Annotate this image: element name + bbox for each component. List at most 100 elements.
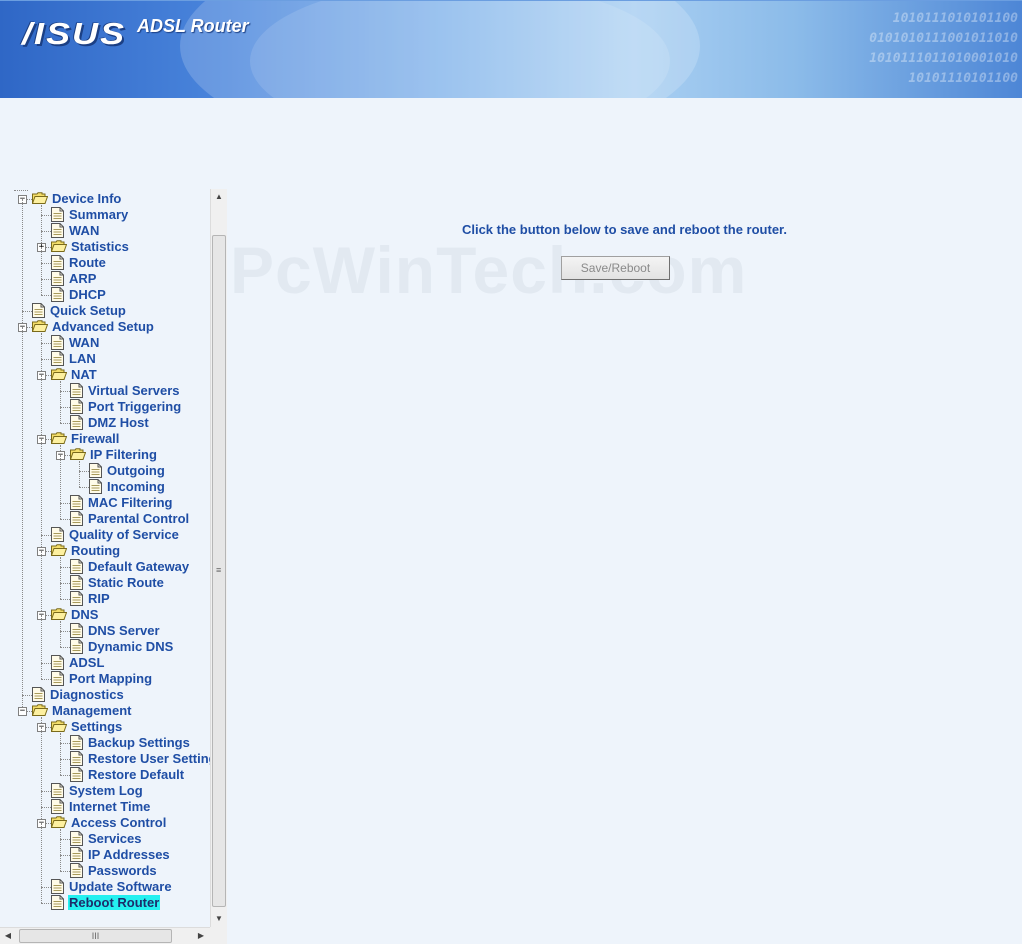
tree-connector xyxy=(60,567,61,583)
nav-item-management[interactable]: Management xyxy=(31,703,132,719)
tree-connector xyxy=(79,487,89,488)
tree-connector xyxy=(41,663,42,679)
nav-item-dhcp[interactable]: DHCP xyxy=(51,287,107,303)
nav-item-static-route[interactable]: Static Route xyxy=(70,575,165,591)
nav-item-statistics[interactable]: Statistics xyxy=(50,239,130,255)
nav-item-ip-filtering[interactable]: IP Filtering xyxy=(69,447,158,463)
page-icon xyxy=(70,511,83,526)
page-icon xyxy=(70,831,83,846)
nav-item-incoming[interactable]: Incoming xyxy=(89,479,166,495)
binary-decoration: 1010111010101100 0101010111001011010 101… xyxy=(869,11,1018,86)
save-reboot-button[interactable]: Save/Reboot xyxy=(561,256,670,280)
tree-connector xyxy=(60,759,70,760)
tree-connector xyxy=(60,423,70,424)
nav-item-virtual-servers[interactable]: Virtual Servers xyxy=(70,383,181,399)
nav-item-advanced-setup[interactable]: Advanced Setup xyxy=(31,319,155,335)
nav-item-mac-filtering[interactable]: MAC Filtering xyxy=(70,495,174,511)
nav-item-access-control[interactable]: Access Control xyxy=(50,815,167,831)
nav-item-label: Update Software xyxy=(69,879,172,894)
nav-item-label: IP Addresses xyxy=(88,847,170,862)
nav-item-wan[interactable]: WAN xyxy=(51,335,100,351)
nav-item-quality-of-service[interactable]: Quality of Service xyxy=(51,527,180,543)
tree-connector xyxy=(41,263,42,279)
page-icon xyxy=(89,479,102,494)
folder-icon xyxy=(50,432,68,444)
collapse-icon[interactable]: − xyxy=(18,707,27,716)
nav-item-outgoing[interactable]: Outgoing xyxy=(89,463,166,479)
nav-item-adsl[interactable]: ADSL xyxy=(51,655,105,671)
nav-item-diagnostics[interactable]: Diagnostics xyxy=(32,687,125,703)
scroll-left-arrow-icon[interactable]: ◀ xyxy=(0,928,16,944)
nav-item-label: Backup Settings xyxy=(88,735,190,750)
tree-vertical-scrollbar[interactable]: ▲ ≡ ▼ xyxy=(210,189,227,927)
page-icon xyxy=(32,303,45,318)
nav-item-passwords[interactable]: Passwords xyxy=(70,863,158,879)
nav-item-dynamic-dns[interactable]: Dynamic DNS xyxy=(70,639,174,655)
nav-item-dns-server[interactable]: DNS Server xyxy=(70,623,161,639)
nav-item-restore-user-settings[interactable]: Restore User Settings xyxy=(70,751,210,767)
nav-item-parental-control[interactable]: Parental Control xyxy=(70,511,190,527)
nav-item-services[interactable]: Services xyxy=(70,831,143,847)
nav-item-backup-settings[interactable]: Backup Settings xyxy=(70,735,191,751)
tree-connector xyxy=(60,743,70,744)
nav-item-port-mapping[interactable]: Port Mapping xyxy=(51,671,153,687)
nav-item-arp[interactable]: ARP xyxy=(51,271,97,287)
nav-item-dmz-host[interactable]: DMZ Host xyxy=(70,415,150,431)
nav-item-firewall[interactable]: Firewall xyxy=(50,431,120,447)
scroll-down-arrow-icon[interactable]: ▼ xyxy=(211,911,227,927)
tree-connector xyxy=(60,855,61,871)
nav-item-routing[interactable]: Routing xyxy=(50,543,121,559)
tree-connector xyxy=(41,231,51,232)
nav-item-internet-time[interactable]: Internet Time xyxy=(51,799,151,815)
nav-item-restore-default[interactable]: Restore Default xyxy=(70,767,185,783)
nav-item-wan[interactable]: WAN xyxy=(51,223,100,239)
page-icon xyxy=(70,863,83,878)
nav-item-device-info[interactable]: Device Info xyxy=(31,191,122,207)
nav-item-reboot-router[interactable]: Reboot Router xyxy=(51,895,161,911)
page-icon xyxy=(51,783,64,798)
tree-connector xyxy=(22,695,32,696)
page-icon xyxy=(70,575,83,590)
nav-item-label: Dynamic DNS xyxy=(88,639,174,654)
nav-item-summary[interactable]: Summary xyxy=(51,207,129,223)
nav-item-dns[interactable]: DNS xyxy=(50,607,99,623)
nav-item-label: Quick Setup xyxy=(50,303,126,318)
page-icon xyxy=(70,639,83,654)
scroll-up-arrow-icon[interactable]: ▲ xyxy=(211,189,227,205)
nav-item-label: System Log xyxy=(69,783,143,798)
page-icon xyxy=(51,671,64,686)
nav-item-nat[interactable]: NAT xyxy=(50,367,98,383)
tree-connector xyxy=(41,663,51,664)
nav-item-ip-addresses[interactable]: IP Addresses xyxy=(70,847,171,863)
nav-item-port-triggering[interactable]: Port Triggering xyxy=(70,399,182,415)
nav-item-label: Virtual Servers xyxy=(88,383,180,398)
tree-connector xyxy=(79,471,80,487)
tree-horizontal-scrollbar[interactable]: ◀ III ▶ xyxy=(0,927,210,944)
page-icon xyxy=(51,287,64,302)
tree-connector xyxy=(60,621,61,631)
nav-item-rip[interactable]: RIP xyxy=(70,591,111,607)
nav-item-system-log[interactable]: System Log xyxy=(51,783,144,799)
nav-item-lan[interactable]: LAN xyxy=(51,351,97,367)
tree-connector xyxy=(60,583,70,584)
tree-connector xyxy=(60,567,70,568)
nav-item-label: DMZ Host xyxy=(88,415,149,430)
scroll-right-arrow-icon[interactable]: ▶ xyxy=(193,928,209,944)
tree-connector xyxy=(60,871,70,872)
folder-icon xyxy=(50,720,68,732)
scroll-thumb-vertical[interactable]: ≡ xyxy=(212,235,226,907)
scroll-thumb-horizontal[interactable]: III xyxy=(19,929,172,943)
banner-swoosh xyxy=(250,1,670,98)
nav-item-update-software[interactable]: Update Software xyxy=(51,879,173,895)
page-icon xyxy=(70,751,83,766)
page-icon xyxy=(70,623,83,638)
tree-connector xyxy=(60,455,61,503)
nav-item-settings[interactable]: Settings xyxy=(50,719,123,735)
nav-item-quick-setup[interactable]: Quick Setup xyxy=(32,303,127,319)
page-icon xyxy=(70,495,83,510)
tree-connector xyxy=(22,311,32,312)
tree-connector xyxy=(41,679,51,680)
nav-item-label: Firewall xyxy=(71,431,120,446)
nav-item-default-gateway[interactable]: Default Gateway xyxy=(70,559,190,575)
nav-item-route[interactable]: Route xyxy=(51,255,107,271)
